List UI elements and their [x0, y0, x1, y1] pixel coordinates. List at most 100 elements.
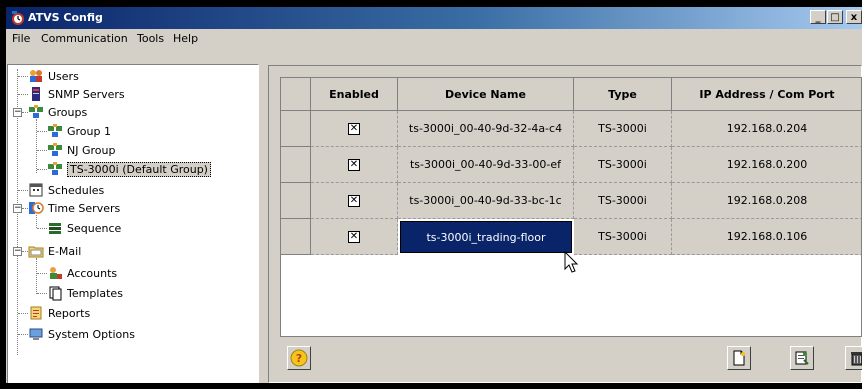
maximize-button[interactable]: □ — [827, 10, 843, 24]
expand-toggle-groups[interactable]: − — [13, 108, 22, 117]
delete-button[interactable] — [845, 346, 862, 370]
ip-address-cell[interactable]: 192.168.0.200 — [672, 147, 861, 183]
sequence-icon — [49, 223, 61, 234]
trash-icon — [851, 352, 862, 366]
reports-icon — [30, 306, 42, 320]
help-button[interactable]: ? — [287, 346, 311, 370]
ip-address-cell[interactable]: 192.168.0.208 — [672, 183, 861, 219]
tree-line — [37, 273, 47, 274]
device-name-cell[interactable]: ts-3000i_00-40-9d-33-bc-1c — [398, 183, 574, 219]
device-name-cell[interactable]: ts-3000i_00-40-9d-32-4a-c4 — [398, 111, 574, 147]
tree-line — [18, 334, 28, 335]
enabled-checkbox[interactable]: ✕ — [348, 230, 360, 243]
tree-line — [37, 169, 47, 170]
menu-communication[interactable]: Communication — [41, 32, 128, 45]
minimize-button[interactable]: _ — [810, 10, 826, 24]
tree-item-templates[interactable]: Templates — [47, 284, 123, 302]
tree-item-time-servers[interactable]: Time Servers — [28, 199, 120, 217]
tree-item-groups[interactable]: Groups — [28, 103, 87, 121]
tree-label: Group 1 — [67, 124, 111, 138]
tree-line — [37, 228, 47, 229]
tree-item-accounts[interactable]: Accounts — [47, 264, 117, 282]
clock-icon — [29, 202, 44, 214]
new-document-icon — [733, 350, 745, 366]
tree-label: System Options — [48, 327, 135, 341]
row-header[interactable] — [281, 219, 311, 255]
tree-item-email[interactable]: E-Mail — [28, 242, 81, 260]
users-icon — [30, 70, 42, 82]
column-header-type[interactable]: Type — [574, 78, 672, 111]
row-header[interactable] — [281, 147, 311, 183]
tree-item-system-options[interactable]: System Options — [28, 325, 135, 343]
tree-label: Groups — [48, 105, 88, 119]
grid-corner — [281, 78, 311, 111]
expand-toggle-email[interactable]: − — [13, 247, 22, 256]
help-icon-label: ? — [296, 352, 302, 365]
type-cell[interactable]: TS-3000i — [574, 147, 672, 183]
group-icon — [48, 143, 62, 156]
enabled-checkbox[interactable]: ✕ — [348, 158, 360, 171]
tree-label: NJ Group — [67, 143, 116, 157]
device-name-cell[interactable]: ts-3000i_00-40-9d-33-00-ef — [398, 147, 574, 183]
ip-address-cell[interactable]: 192.168.0.106 — [672, 219, 861, 255]
type-cell[interactable]: TS-3000i — [574, 183, 672, 219]
column-header-ip-address[interactable]: IP Address / Com Port — [672, 78, 861, 111]
row-header[interactable] — [281, 183, 311, 219]
tree-item-ts-3000i-default-group[interactable]: TS-3000i (Default Group) — [47, 160, 211, 178]
column-header-enabled[interactable]: Enabled — [311, 78, 398, 111]
tree-label: SNMP Servers — [48, 87, 125, 101]
enabled-checkbox[interactable]: ✕ — [348, 194, 360, 207]
tree-item-schedules[interactable]: Schedules — [28, 181, 104, 199]
tree-item-sequence[interactable]: Sequence — [47, 219, 121, 237]
column-header-device-name[interactable]: Device Name — [398, 78, 574, 111]
close-button[interactable]: x — [846, 10, 862, 24]
enabled-cell[interactable]: ✕ — [311, 219, 398, 255]
window-title: ATVS Config — [28, 11, 103, 24]
menu-help[interactable]: Help — [173, 32, 198, 45]
device-grid[interactable]: Enabled Device Name Type IP Address / Co… — [280, 77, 862, 337]
enabled-cell[interactable]: ✕ — [311, 147, 398, 183]
tree-line — [18, 76, 28, 77]
new-device-button[interactable] — [727, 346, 751, 370]
menu-file[interactable]: File — [12, 32, 30, 45]
group-icon — [48, 124, 62, 137]
enabled-cell[interactable]: ✕ — [311, 111, 398, 147]
ip-address-cell[interactable]: 192.168.0.204 — [672, 111, 861, 147]
help-icon: ? — [290, 349, 308, 367]
accounts-icon — [50, 267, 62, 279]
title-bar[interactable]: ATVS Config _ □ x — [6, 7, 862, 29]
tree-line — [37, 293, 47, 294]
tree-item-nj-group[interactable]: NJ Group — [47, 141, 115, 159]
tree-item-snmp-servers[interactable]: SNMP Servers — [28, 85, 125, 103]
calendar-icon — [29, 183, 43, 197]
tree-label: Users — [48, 69, 79, 83]
type-cell[interactable]: TS-3000i — [574, 219, 672, 255]
tree-line — [37, 150, 47, 151]
menu-tools[interactable]: Tools — [137, 32, 164, 45]
tree-item-reports[interactable]: Reports — [28, 304, 90, 322]
system-options-icon — [29, 328, 43, 340]
menu-bar: File Communication Tools Help — [6, 29, 862, 47]
tree-line — [37, 131, 47, 132]
mouse-cursor-icon — [564, 251, 579, 273]
tree-label: Accounts — [67, 266, 118, 280]
tree-label: Time Servers — [48, 201, 121, 215]
snmp-server-icon — [32, 87, 40, 101]
enabled-cell[interactable]: ✕ — [311, 183, 398, 219]
device-name-cell-editing[interactable]: ts-3000i_trading-floor — [400, 221, 572, 253]
tree-line — [18, 190, 28, 191]
tree-line — [36, 119, 37, 173]
tree-label: Sequence — [67, 221, 122, 235]
main-window: ATVS Config _ □ x File Communication Too… — [6, 7, 862, 383]
properties-button[interactable] — [790, 346, 814, 370]
type-cell[interactable]: TS-3000i — [574, 111, 672, 147]
enabled-checkbox[interactable]: ✕ — [348, 122, 360, 135]
tree-label: TS-3000i (Default Group) — [67, 161, 211, 177]
tree-item-group-1[interactable]: Group 1 — [47, 122, 111, 140]
navigation-tree[interactable]: − − − Users SNMP Servers Groups Group 1 … — [7, 64, 259, 383]
row-header[interactable] — [281, 111, 311, 147]
tree-item-users[interactable]: Users — [28, 67, 79, 85]
expand-toggle-time-servers[interactable]: − — [13, 204, 22, 213]
tree-label: Schedules — [48, 183, 105, 197]
templates-icon — [49, 286, 62, 301]
